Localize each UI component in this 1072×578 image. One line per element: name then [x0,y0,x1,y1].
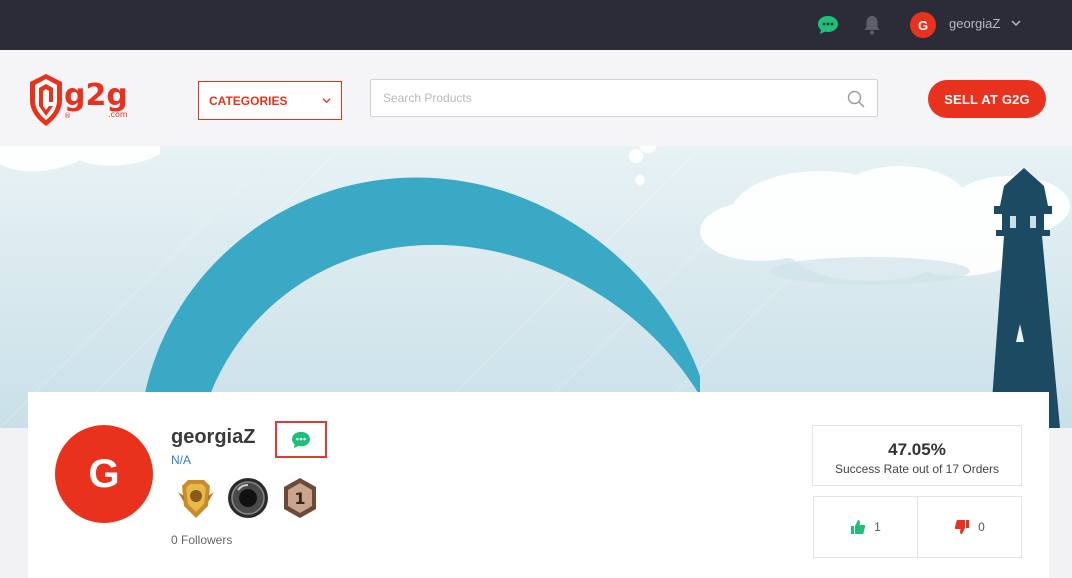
thumbs-down-icon [954,520,970,534]
g2g-logo[interactable]: g2g .com ® [28,72,154,130]
svg-text:1: 1 [294,489,305,508]
logo-text: g2g [64,78,128,113]
categories-dropdown[interactable]: CATEGORIES [198,81,342,120]
svg-text:®: ® [64,112,71,120]
profile-card: G georgiaZ N/A 1 0 Followers 47.05% Succ… [28,392,1049,578]
rank-one-badge-icon[interactable]: 1 [278,476,322,520]
profile-status: N/A [171,453,192,467]
search-icon[interactable] [847,90,865,108]
search-input[interactable] [371,80,831,116]
chat-icon[interactable] [817,15,839,35]
negative-feedback[interactable]: 0 [917,497,1021,557]
chevron-down-icon [322,98,331,104]
search-bar [370,79,878,117]
positive-count: 1 [874,520,881,534]
user-avatar[interactable]: G [910,12,936,38]
profile-avatar: G [55,425,153,523]
top-bar: G georgiaZ [0,0,1072,50]
banner-illustration [0,146,1072,428]
negative-count: 0 [978,520,985,534]
black-orb-badge-icon[interactable] [226,476,270,520]
gold-shield-badge-icon[interactable] [174,476,218,520]
badge-list: 1 [174,476,322,520]
chevron-down-icon[interactable] [1011,18,1021,28]
bell-icon[interactable] [862,14,882,36]
chat-with-seller-button[interactable] [275,421,327,458]
followers-count[interactable]: 0 Followers [171,533,232,547]
site-header: g2g .com ® CATEGORIES SELL AT G2G [0,50,1072,146]
categories-label: CATEGORIES [209,93,288,108]
success-rate-value: 47.05% [888,440,946,459]
positive-feedback[interactable]: 1 [814,497,917,557]
logo-sub: .com [108,110,128,119]
success-rate-box: 47.05% Success Rate out of 17 Orders [812,425,1022,486]
profile-username: georgiaZ [171,426,256,448]
feedback-box: 1 0 [813,496,1022,558]
chat-icon [292,431,310,448]
user-menu-name[interactable]: georgiaZ [949,16,1000,31]
success-rate-label: Success Rate out of 17 Orders [834,462,1000,476]
thumbs-up-icon [851,520,866,534]
sell-at-g2g-button[interactable]: SELL AT G2G [928,80,1046,118]
profile-banner [0,146,1072,428]
